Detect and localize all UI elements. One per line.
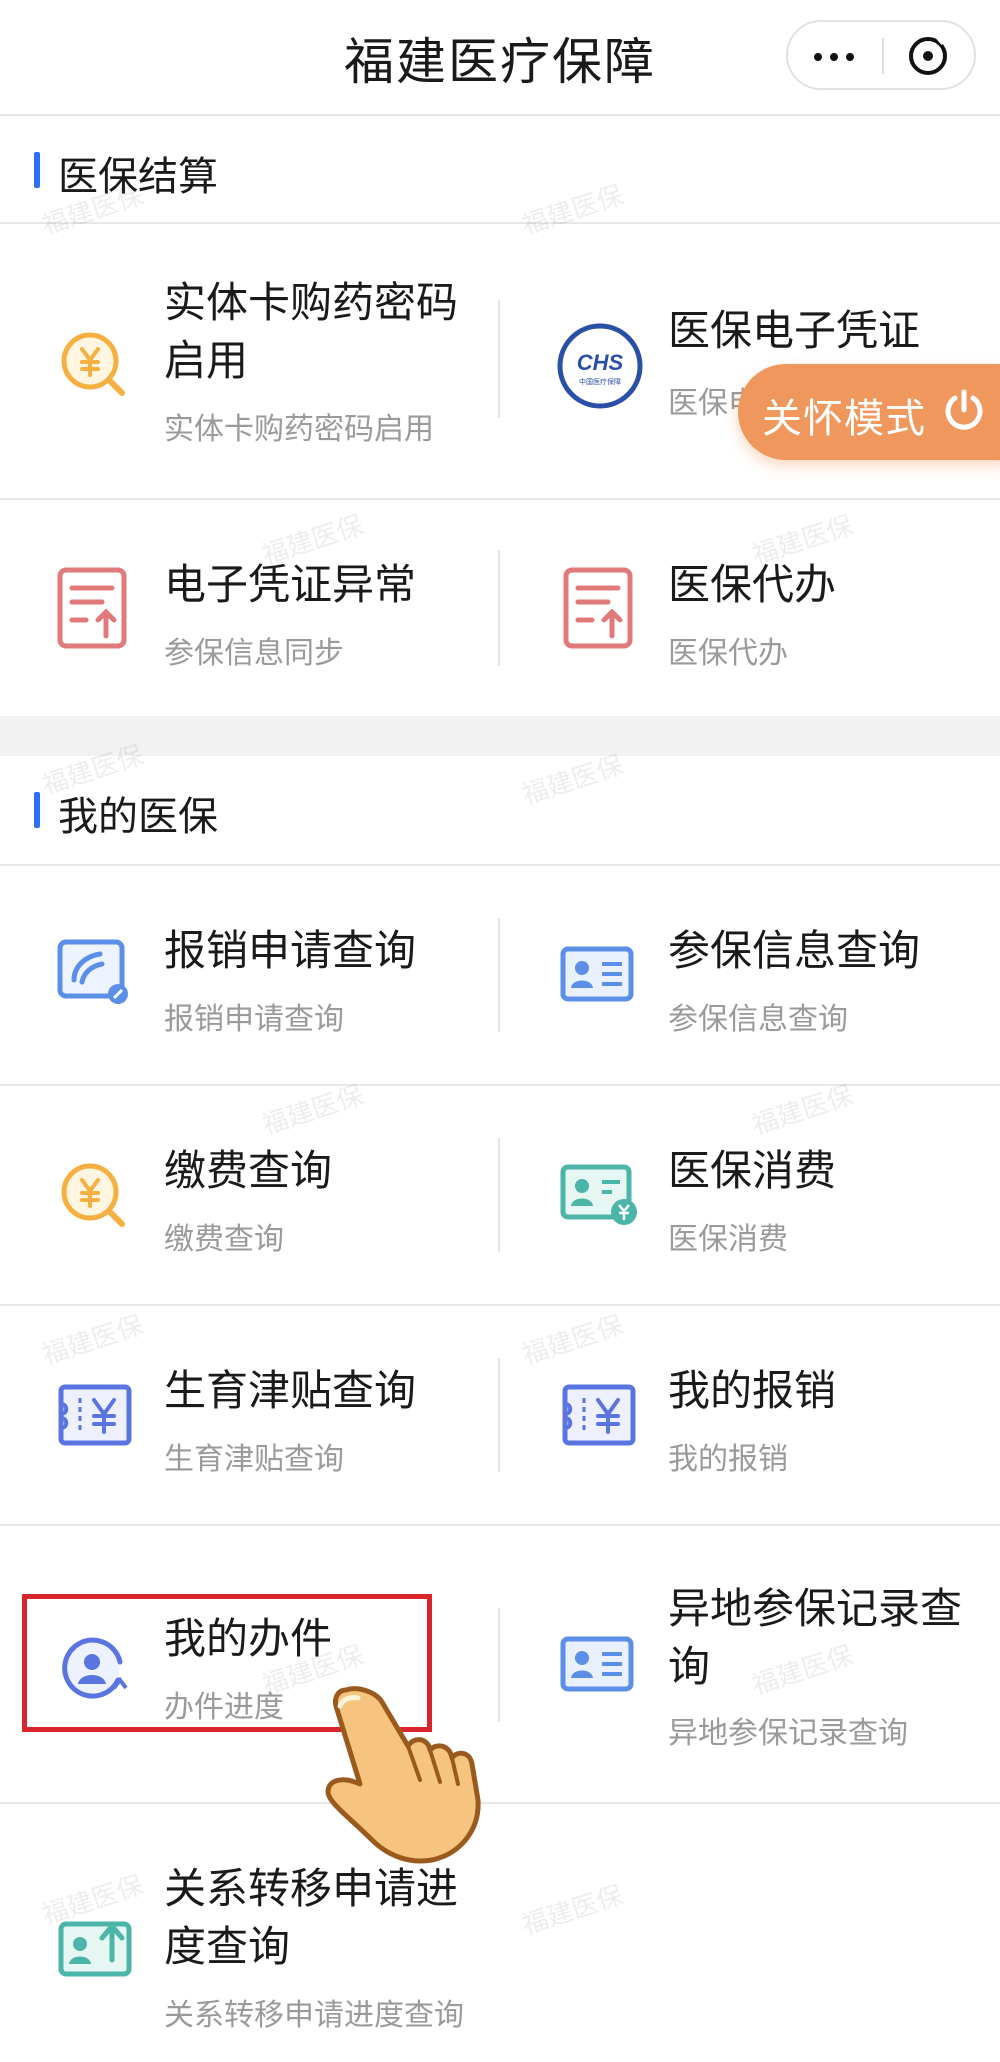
care-mode-button[interactable]: 关怀模式 — [738, 364, 1000, 460]
item-title: 缴费查询 — [164, 1146, 333, 1195]
item-title-line2: 启用 — [164, 336, 249, 385]
section-header-settlement: 医保结算 — [0, 116, 1000, 224]
item-title-line1: 异地参保记录查 — [668, 1584, 963, 1633]
document-upload-icon — [57, 567, 127, 649]
item-title: 生育津贴查询 — [164, 1366, 417, 1415]
logo-subtext: 中国医疗保障 — [579, 377, 621, 386]
watermark-text: 福建医保 — [518, 1880, 627, 1942]
grid-item-remote-insurance-record[interactable]: 异地参保记录查 询 异地参保记录查询 — [500, 1526, 1000, 1802]
reimburse-query-icon — [57, 939, 128, 1004]
item-subtitle: 异地参保记录查询 — [668, 1716, 908, 1751]
power-icon — [945, 389, 983, 430]
item-subtitle: 缴费查询 — [164, 1222, 284, 1257]
item-subtitle: 医保消费 — [668, 1222, 788, 1257]
item-subtitle: 生育津贴查询 — [164, 1442, 344, 1477]
document-upload-icon — [563, 567, 633, 649]
grid-item-voucher-exception[interactable]: 电子凭证异常 参保信息同步 — [0, 500, 498, 716]
ticket-yuan-icon — [562, 1384, 636, 1446]
section-title: 我的医保 — [58, 794, 218, 840]
ticket-yuan-icon — [58, 1384, 132, 1446]
yuan-search-icon — [61, 332, 125, 396]
more-icon[interactable] — [814, 53, 862, 61]
item-title: 医保电子凭证 — [668, 306, 921, 355]
section-gap — [0, 716, 1000, 756]
item-title-line2: 询 — [668, 1642, 711, 1691]
yuan-search-icon — [61, 1163, 125, 1227]
section-header-my-insurance: 我的医保 — [0, 756, 1000, 864]
item-title: 医保代办 — [668, 560, 837, 609]
item-subtitle: 医保代办 — [668, 636, 788, 671]
capsule-divider — [882, 38, 884, 74]
item-subtitle: 参保信息查询 — [668, 1002, 848, 1037]
id-card-icon — [560, 946, 634, 1002]
section-accent-bar — [34, 152, 40, 188]
grid-item-insured-info-query[interactable]: 参保信息查询 参保信息查询 — [500, 866, 1000, 1084]
pointing-hand-icon — [325, 1686, 481, 1864]
item-subtitle: 我的报销 — [668, 1442, 788, 1477]
id-card-icon — [560, 1636, 634, 1692]
item-subtitle: 参保信息同步 — [164, 636, 344, 671]
item-title: 参保信息查询 — [668, 926, 921, 975]
item-subtitle: 报销申请查询 — [164, 1002, 344, 1037]
item-title-line1: 实体卡购药密码 — [164, 278, 459, 327]
item-title-line2: 度查询 — [164, 1922, 291, 1971]
item-title: 医保消费 — [668, 1146, 837, 1195]
logo-text: CHS — [577, 350, 624, 375]
close-icon[interactable] — [906, 34, 950, 78]
top-bar: 福建医疗保障 — [0, 0, 1000, 116]
mini-program-capsule — [786, 20, 976, 90]
grid-item-reimburse-query[interactable]: 报销申请查询 报销申请查询 — [0, 866, 498, 1084]
grid-item-card-password[interactable]: 实体卡购药密码 启用 实体卡购药密码启用 — [0, 224, 498, 498]
item-title: 我的报销 — [668, 1366, 837, 1415]
grid-item-payment-query[interactable]: 缴费查询 缴费查询 — [0, 1086, 498, 1304]
item-subtitle: 实体卡购药密码启用 — [164, 412, 434, 447]
care-mode-label: 关怀模式 — [762, 396, 926, 442]
grid-item-agent-service[interactable]: 医保代办 医保代办 — [500, 500, 1000, 716]
item-title: 报销申请查询 — [164, 926, 417, 975]
chs-logo-icon: CHS 中国医疗保障 — [557, 323, 643, 409]
item-subtitle: 关系转移申请进度查询 — [164, 1998, 464, 2033]
card-yuan-icon — [560, 1164, 637, 1225]
section-accent-bar — [34, 792, 40, 828]
